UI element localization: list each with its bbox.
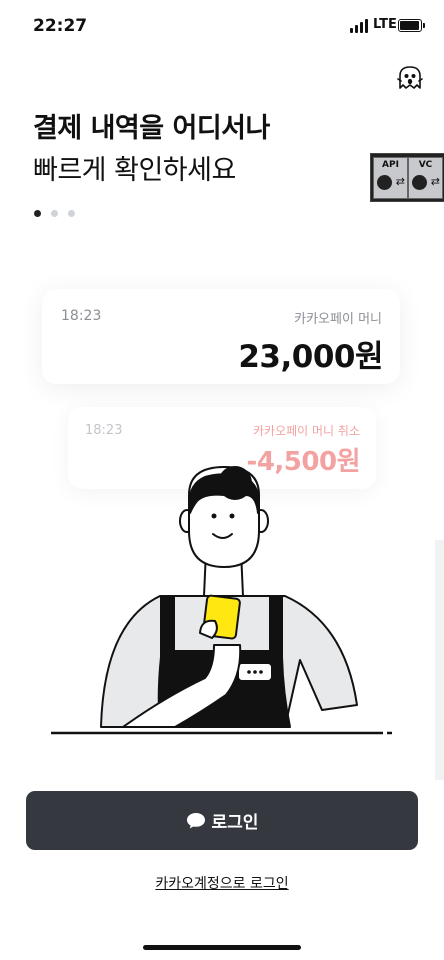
ghost-icon[interactable]	[396, 64, 424, 92]
login-button[interactable]: 로그인	[26, 791, 418, 850]
network-type: LTE	[373, 17, 397, 32]
payment-card: 18:23 카카오페이 머니 23,000원	[42, 289, 400, 384]
payment-type: 카카오페이 머니	[294, 312, 382, 327]
record-icon	[377, 175, 392, 190]
cashier-illustration	[51, 466, 392, 735]
home-indicator	[143, 945, 301, 950]
pager-dot[interactable]	[68, 210, 75, 217]
pager-dot[interactable]	[34, 210, 41, 217]
cancel-time: 18:23	[85, 423, 123, 438]
page-subtitle: 빠르게 확인하세요	[33, 155, 236, 186]
api-debug-button[interactable]: API ⇄	[373, 157, 408, 199]
api-debug-label: API	[382, 160, 399, 170]
pager-dot[interactable]	[51, 210, 58, 217]
signal-icon	[350, 19, 370, 33]
debug-panel: API ⇄ VC ⇄	[370, 153, 444, 202]
chat-bubble-icon	[186, 813, 205, 829]
swap-arrows-icon: ⇄	[430, 175, 440, 188]
status-time: 22:27	[33, 16, 88, 36]
login-label: 로그인	[211, 813, 259, 833]
page-title: 결제 내역을 어디서나	[33, 113, 270, 144]
swap-arrows-icon: ⇄	[395, 175, 405, 188]
cancel-type: 카카오페이 머니 취소	[253, 424, 360, 438]
kakao-account-login-label: 카카오계정으로 로그인	[155, 876, 289, 892]
record-icon	[412, 175, 427, 190]
status-bar: 22:27 LTE	[0, 0, 444, 50]
battery-icon	[398, 19, 425, 32]
payment-amount: 23,000원	[238, 339, 383, 375]
kakao-account-login-link[interactable]: 카카오계정으로 로그인	[0, 873, 444, 893]
vc-debug-button[interactable]: VC ⇄	[408, 157, 443, 199]
pager-dots	[34, 202, 85, 217]
payment-time: 18:23	[61, 308, 102, 324]
vc-debug-label: VC	[418, 160, 433, 170]
